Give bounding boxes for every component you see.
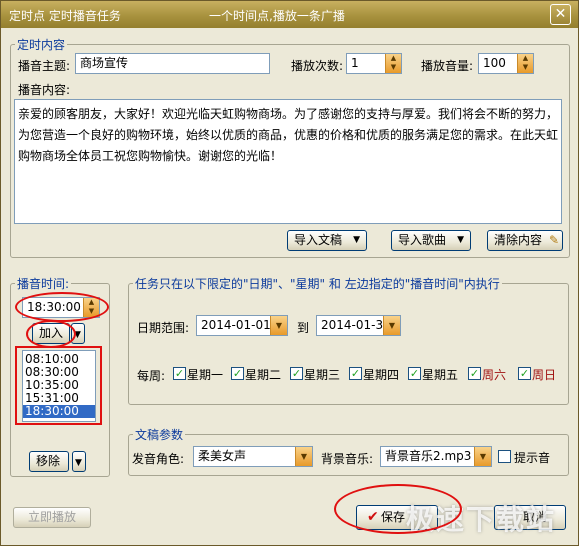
weekday-checkbox[interactable]: ✓ [231,367,244,380]
dropdown-arrow-icon: ▼ [74,330,81,340]
spin-arrows-icon[interactable]: ▲ ▼ [517,54,533,73]
add-time-button[interactable]: 加入 [32,323,70,344]
bg-music-value: 背景音乐2.mp3 [385,449,472,463]
topic-input[interactable]: 商场宣传 [75,53,270,74]
weekday-label: 星期一 [187,368,224,382]
import-doc-label: 导入文稿 [294,233,343,247]
calendar-dropdown-icon[interactable]: ▼ [383,316,400,335]
volume-label: 播放音量: [421,59,474,73]
time-picker[interactable]: 18:30:00 ▲ ▼ [22,297,100,318]
weekday-checkbox[interactable]: ✓ [349,367,362,380]
add-time-dropdown[interactable]: ▼ [71,323,85,344]
limit-group-legend: 任务只在以下限定的"日期"、"星期" 和 左边指定的"播音时间"内执行 [135,277,500,291]
weekday-checkbox[interactable]: ✓ [408,367,421,380]
prompt-tone-label: 提示音 [514,451,551,465]
spin-arrows-icon[interactable]: ▲ ▼ [385,54,401,73]
week-label: 每周: [137,369,166,383]
play-times-value: 1 [351,56,359,70]
window-subtitle: 一个时间点,播放一条广播 [209,9,345,23]
weekday-label: 星期五 [422,368,459,382]
bg-music-select[interactable]: 背景音乐2.mp3 ▼ [380,446,492,467]
checkmark-icon: ✔ [367,509,379,525]
calendar-dropdown-icon[interactable]: ▼ [270,316,287,335]
date-from-picker[interactable]: 2014-01-01 ▼ [196,315,288,336]
topic-label: 播音主题: [18,59,71,73]
weekday-label: 星期四 [363,368,400,382]
play-times-label: 播放次数: [291,59,344,73]
bg-music-label: 背景音乐: [321,452,374,466]
close-button[interactable]: ✕ [550,4,571,25]
weekday-label: 星期三 [304,368,341,382]
remove-time-button[interactable]: 移除 [29,451,69,472]
volume-stepper[interactable]: 100 ▲ ▼ [478,53,534,74]
window-title: 定时点 定时播音任务 [9,9,121,23]
weekday-label: 星期二 [245,368,282,382]
volume-value: 100 [483,56,506,70]
import-doc-button[interactable]: 导入文稿 ▼ [287,230,367,251]
remove-time-dropdown[interactable]: ▼ [72,451,86,472]
topic-value: 商场宣传 [80,56,129,70]
weekday-checkbox[interactable]: ✓ [173,367,186,380]
weekend-label: 周日 [532,368,557,382]
dropdown-arrow-icon: ▼ [457,235,464,245]
dropdown-arrow-icon: ▼ [353,235,360,245]
weekday-checkbox[interactable]: ✓ [290,367,303,380]
weekend-checkbox[interactable]: ✓ [468,367,481,380]
play-times-stepper[interactable]: 1 ▲ ▼ [346,53,402,74]
watermark: 极速下载站 [406,503,557,536]
content-group-legend: 定时内容 [17,38,66,52]
time-list[interactable]: 08:10:00 08:30:00 10:35:00 15:31:00 18:3… [22,350,96,422]
prompt-tone-checkbox[interactable] [498,450,511,463]
broadcast-content-textarea[interactable]: 亲爱的顾客朋友，大家好！欢迎光临天虹购物商场。为了感谢您的支持与厚爱。我们将会不… [14,99,562,224]
close-icon: ✕ [554,6,567,22]
import-song-label: 导入歌曲 [398,233,447,247]
save-label: 保存 [381,510,406,524]
voice-group-legend: 文稿参数 [135,428,184,442]
task-dialog: 定时点 定时播音任务 一个时间点,播放一条广播 ✕ 定时内容 播音主题: 商场宣… [0,0,579,546]
clear-content-button[interactable]: 清除内容 ✎ [487,230,563,251]
broom-icon: ✎ [548,233,559,247]
date-range-label: 日期范围: [137,321,190,335]
voice-role-value: 柔美女声 [198,449,247,463]
weekend-label: 周六 [482,368,507,382]
time-picker-value: 18:30:00 [27,300,81,314]
date-to-picker[interactable]: 2014-01-31 ▼ [316,315,401,336]
voice-role-label: 发音角色: [132,452,185,466]
import-song-button[interactable]: 导入歌曲 ▼ [391,230,471,251]
weekend-checkbox[interactable]: ✓ [518,367,531,380]
dropdown-arrow-icon[interactable]: ▼ [474,447,491,466]
limit-group: 任务只在以下限定的"日期"、"星期" 和 左边指定的"播音时间"内执行 [128,275,569,405]
play-now-label: 立即播放 [27,510,76,524]
date-to-label: 到 [297,321,310,335]
spin-arrows-icon[interactable]: ▲ ▼ [83,298,99,317]
date-from-value: 2014-01-01 [201,318,271,332]
time-group-legend: 播音时间: [17,277,70,291]
date-to-value: 2014-01-31 [321,318,391,332]
play-now-button[interactable]: 立即播放 [13,507,91,528]
dropdown-arrow-icon: ▼ [75,458,82,468]
dropdown-arrow-icon[interactable]: ▼ [295,447,312,466]
clear-content-label: 清除内容 [494,233,543,247]
remove-time-label: 移除 [36,454,61,468]
body-label: 播音内容: [18,83,71,97]
time-list-item-selected[interactable]: 18:30:00 [23,405,95,418]
add-time-label: 加入 [39,326,64,340]
title-bar: 定时点 定时播音任务 一个时间点,播放一条广播 ✕ [1,1,578,28]
voice-role-select[interactable]: 柔美女声 ▼ [193,446,313,467]
